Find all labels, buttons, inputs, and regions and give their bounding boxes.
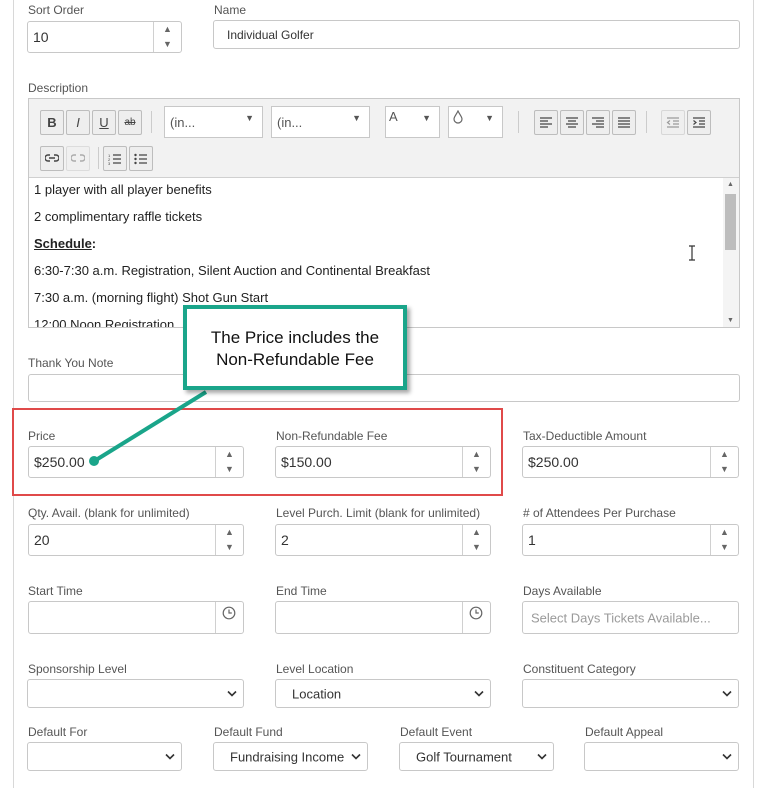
callout-box: The Price includes the Non-Refundable Fe… (183, 305, 407, 390)
callout-line-2: Non-Refundable Fee (216, 350, 374, 369)
callout-arrow (89, 390, 208, 466)
callout-line-1: The Price includes the (210, 328, 380, 347)
